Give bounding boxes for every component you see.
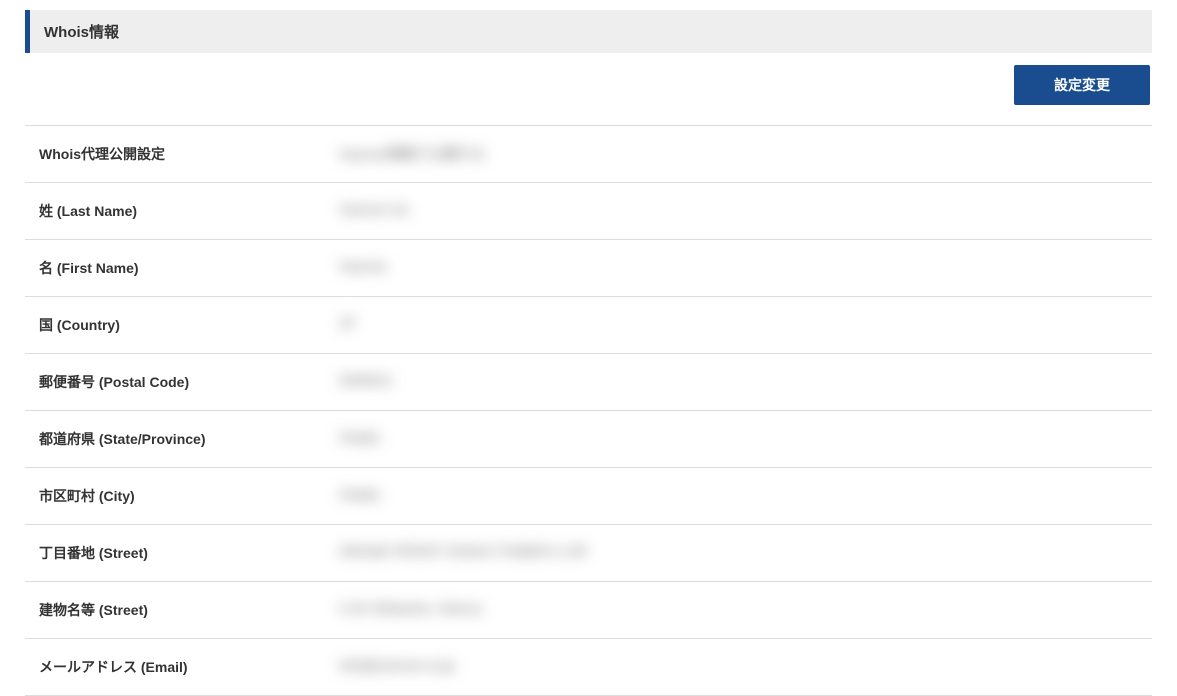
table-row: 姓 (Last Name) Xserver Inc xyxy=(25,182,1152,239)
field-label-postal-code: 郵便番号 (Postal Code) xyxy=(25,354,325,410)
field-label-state: 都道府県 (State/Province) xyxy=(25,411,325,467)
field-label-street2: 建物名等 (Street) xyxy=(25,582,325,638)
field-label-last-name: 姓 (Last Name) xyxy=(25,183,325,239)
field-label-country: 国 (Country) xyxy=(25,297,325,353)
table-row: 都道府県 (State/Province) Osaka xyxy=(25,410,1152,467)
field-label-first-name: 名 (First Name) xyxy=(25,240,325,296)
field-value-last-name: Xserver Inc xyxy=(325,183,1152,239)
change-settings-button[interactable]: 設定変更 xyxy=(1014,65,1150,105)
field-value-postal-code: 5300011 xyxy=(325,354,1152,410)
field-value-street2: 4-20 Ofukacho, Kita-ku xyxy=(325,582,1152,638)
action-bar: 設定変更 xyxy=(25,65,1152,105)
field-value-email: info@xserver.co.jp xyxy=(325,639,1152,695)
field-value-proxy: Xserver情報で公開する xyxy=(325,126,1152,182)
field-label-street1: 丁目番地 (Street) xyxy=(25,525,325,581)
section-title: Whois情報 xyxy=(44,21,1138,42)
table-row: メールアドレス (Email) info@xserver.co.jp xyxy=(25,638,1152,696)
section-header: Whois情報 xyxy=(25,10,1152,53)
table-row: Whois代理公開設定 Xserver情報で公開する xyxy=(25,125,1152,182)
table-row: 国 (Country) JP xyxy=(25,296,1152,353)
field-value-street1: GRAND FRONT OSAKA TOWER A 13F xyxy=(325,525,1152,581)
table-row: 丁目番地 (Street) GRAND FRONT OSAKA TOWER A … xyxy=(25,524,1152,581)
field-value-country: JP xyxy=(325,297,1152,353)
field-value-state: Osaka xyxy=(325,411,1152,467)
field-value-first-name: Xserver xyxy=(325,240,1152,296)
table-row: 市区町村 (City) Osaka xyxy=(25,467,1152,524)
table-row: 郵便番号 (Postal Code) 5300011 xyxy=(25,353,1152,410)
table-row: 建物名等 (Street) 4-20 Ofukacho, Kita-ku xyxy=(25,581,1152,638)
field-label-proxy: Whois代理公開設定 xyxy=(25,126,325,182)
field-label-city: 市区町村 (City) xyxy=(25,468,325,524)
whois-info-table: Whois代理公開設定 Xserver情報で公開する 姓 (Last Name)… xyxy=(25,125,1152,696)
table-row: 名 (First Name) Xserver xyxy=(25,239,1152,296)
field-value-city: Osaka xyxy=(325,468,1152,524)
field-label-email: メールアドレス (Email) xyxy=(25,639,325,695)
